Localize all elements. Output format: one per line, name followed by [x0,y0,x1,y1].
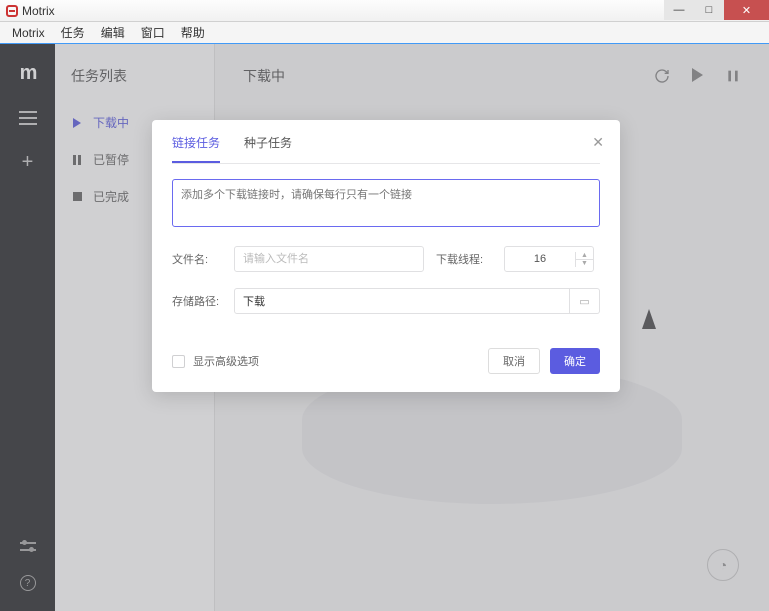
menu-help[interactable]: 帮助 [173,22,213,43]
menu-bar: Motrix 任务 编辑 窗口 帮助 [0,22,769,44]
menu-tasks[interactable]: 任务 [53,22,93,43]
url-input[interactable] [172,179,600,227]
app-icon [6,5,18,17]
path-label: 存储路径: [172,293,222,309]
threads-down-button[interactable]: ▼ [576,260,593,267]
path-input[interactable] [234,288,570,314]
window-minimize-button[interactable]: — [664,0,694,20]
window-title: Motrix [22,4,55,18]
filename-input[interactable] [234,246,424,272]
window-maximize-button[interactable]: □ [694,0,724,20]
window-close-button[interactable]: ✕ [724,0,769,20]
threads-stepper[interactable]: 16 ▲ ▼ [504,246,594,272]
window-titlebar: Motrix — □ ✕ [0,0,769,22]
advanced-label: 显示高级选项 [193,353,259,369]
menu-motrix[interactable]: Motrix [4,24,53,42]
threads-value: 16 [505,253,575,265]
browse-folder-button[interactable]: ▭ [570,288,600,314]
menu-edit[interactable]: 编辑 [93,22,133,43]
advanced-checkbox[interactable] [172,355,185,368]
menu-window[interactable]: 窗口 [133,22,173,43]
threads-label: 下载线程: [436,251,492,267]
add-task-modal: 链接任务 种子任务 ✕ 文件名: 下载线程: 16 ▲ ▼ 存储路径: ▭ [152,120,620,392]
submit-button[interactable]: 确定 [550,348,600,374]
tab-link-task[interactable]: 链接任务 [172,134,220,163]
threads-up-button[interactable]: ▲ [576,252,593,260]
tab-torrent-task[interactable]: 种子任务 [244,134,292,163]
cancel-button[interactable]: 取消 [488,348,540,374]
modal-close-button[interactable]: ✕ [592,134,604,151]
filename-label: 文件名: [172,251,222,267]
